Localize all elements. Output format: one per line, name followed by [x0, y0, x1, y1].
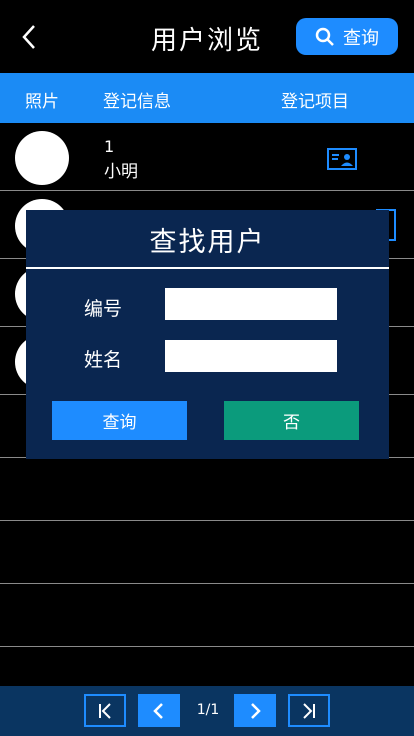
table-row	[0, 521, 414, 584]
column-header-info: 登记信息	[103, 92, 171, 112]
prev-page-button[interactable]	[138, 694, 180, 727]
last-page-button[interactable]	[288, 694, 330, 727]
user-name: 小明	[104, 162, 138, 182]
dialog-title: 查找用户	[149, 227, 266, 258]
search-button[interactable]: 查询	[296, 18, 398, 55]
find-user-dialog: 查找用户 编号 姓名 查询 否	[26, 210, 389, 459]
next-page-button[interactable]	[234, 694, 276, 727]
table-row[interactable]: 1 小明	[0, 123, 414, 191]
chevron-left-icon	[22, 25, 35, 49]
dialog-divider	[26, 267, 389, 269]
chevron-left-icon	[153, 702, 163, 719]
number-label: 编号	[84, 298, 123, 320]
name-field[interactable]	[165, 340, 337, 372]
table-header: 照片 登记信息 登记项目	[0, 73, 414, 123]
pagination-bar: 1/1	[0, 686, 414, 736]
first-page-button[interactable]	[84, 694, 126, 727]
avatar	[15, 131, 69, 185]
back-button[interactable]	[12, 20, 46, 54]
id-card-icon[interactable]	[327, 148, 357, 170]
column-header-item: 登记项目	[281, 92, 349, 112]
last-page-icon	[303, 702, 315, 719]
table-row	[0, 584, 414, 647]
name-label: 姓名	[84, 349, 123, 371]
search-button-label: 查询	[343, 27, 379, 49]
top-bar: 用户浏览 查询	[0, 0, 414, 73]
table-row	[0, 458, 414, 521]
page-indicator: 1/1	[196, 702, 220, 718]
number-field[interactable]	[165, 288, 337, 320]
chevron-right-icon	[251, 702, 261, 719]
column-header-photo: 照片	[25, 92, 59, 112]
search-icon	[315, 27, 334, 46]
user-number: 1	[104, 137, 115, 156]
dialog-query-button[interactable]: 查询	[52, 401, 187, 440]
dialog-no-button[interactable]: 否	[224, 401, 359, 440]
first-page-icon	[99, 702, 111, 719]
